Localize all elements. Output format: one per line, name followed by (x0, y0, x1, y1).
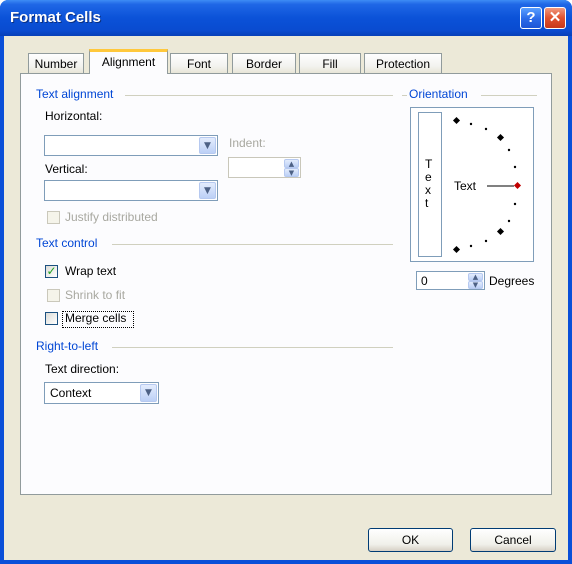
angle-dot (507, 219, 511, 223)
angle-dot (513, 165, 517, 169)
vertical-text-char: x (425, 183, 431, 197)
text-direction-label: Text direction: (45, 362, 120, 376)
angle-dot (507, 148, 511, 152)
indent-stepper[interactable]: ▲ ▼ (228, 157, 301, 178)
right-to-left-heading: Right-to-left (36, 339, 99, 353)
justify-distributed-label: Justify distributed (65, 210, 158, 224)
shrink-to-fit-checkbox[interactable] (47, 289, 60, 302)
merge-cells-checkbox[interactable] (45, 312, 58, 325)
indent-label: Indent: (229, 136, 266, 150)
vertical-text-toggle[interactable]: T e x t (418, 112, 442, 257)
angle-marker-minus-90 (452, 245, 461, 254)
orientation-handle (513, 181, 522, 190)
text-direction-select[interactable]: Context ▼ (44, 382, 159, 404)
cancel-button[interactable]: Cancel (470, 528, 556, 552)
tab-alignment[interactable]: Alignment (89, 49, 168, 74)
vertical-label: Vertical: (45, 162, 88, 176)
angle-dot (484, 127, 488, 131)
angle-dot (484, 239, 488, 243)
ok-button[interactable]: OK (368, 528, 453, 552)
text-control-divider (112, 244, 393, 245)
wrap-text-label: Wrap text (65, 264, 117, 278)
tab-protection[interactable]: Protection (364, 53, 442, 74)
degrees-stepper[interactable]: 0 ▲ ▼ (416, 271, 485, 290)
title-bar[interactable]: Format Cells ? ✕ (0, 0, 572, 36)
orientation-dial[interactable]: Text (448, 112, 530, 258)
orientation-divider (481, 95, 537, 96)
dialog-title: Format Cells (10, 9, 101, 26)
right-to-left-divider (112, 347, 393, 348)
chevron-down-icon[interactable]: ▼ (140, 384, 157, 402)
horizontal-select[interactable]: ▼ (44, 135, 218, 156)
orientation-heading: Orientation (409, 87, 468, 101)
close-button[interactable]: ✕ (544, 7, 566, 29)
text-alignment-divider (125, 95, 393, 96)
chevron-down-icon[interactable]: ▼ (199, 137, 216, 154)
spin-down-icon[interactable]: ▼ (284, 168, 299, 177)
angle-dot (469, 122, 473, 126)
vertical-text-char: t (425, 196, 429, 210)
chevron-down-icon[interactable]: ▼ (199, 182, 216, 199)
wrap-text-checkbox[interactable]: ✓ (45, 265, 58, 278)
horizontal-label: Horizontal: (45, 109, 103, 123)
spin-up-icon[interactable]: ▲ (468, 273, 483, 281)
tab-fill[interactable]: Fill (299, 53, 361, 74)
justify-distributed-checkbox[interactable] (47, 211, 60, 224)
spin-down-icon[interactable]: ▼ (468, 281, 483, 289)
tab-number[interactable]: Number (28, 53, 84, 74)
orientation-divider-left (402, 95, 407, 96)
degrees-label: Degrees (489, 274, 535, 288)
spin-up-icon[interactable]: ▲ (284, 159, 299, 168)
merge-cells-label: Merge cells (65, 311, 127, 325)
orientation-dial-text: Text (454, 179, 477, 193)
text-alignment-heading: Text alignment (36, 87, 114, 101)
vertical-select[interactable]: ▼ (44, 180, 218, 201)
vertical-text-char: e (425, 170, 432, 184)
help-button[interactable]: ? (520, 7, 542, 29)
tab-border[interactable]: Border (232, 53, 296, 74)
angle-dot (513, 202, 517, 206)
angle-dot (469, 244, 473, 248)
text-control-heading: Text control (36, 236, 98, 250)
degrees-value: 0 (421, 274, 428, 288)
text-direction-value: Context (50, 386, 92, 400)
angle-marker-90 (452, 116, 461, 125)
angle-marker-minus-45 (496, 227, 505, 236)
vertical-text-char: T (425, 157, 433, 171)
angle-marker-45 (496, 133, 505, 142)
shrink-to-fit-label: Shrink to fit (65, 288, 126, 302)
tab-font[interactable]: Font (170, 53, 228, 74)
